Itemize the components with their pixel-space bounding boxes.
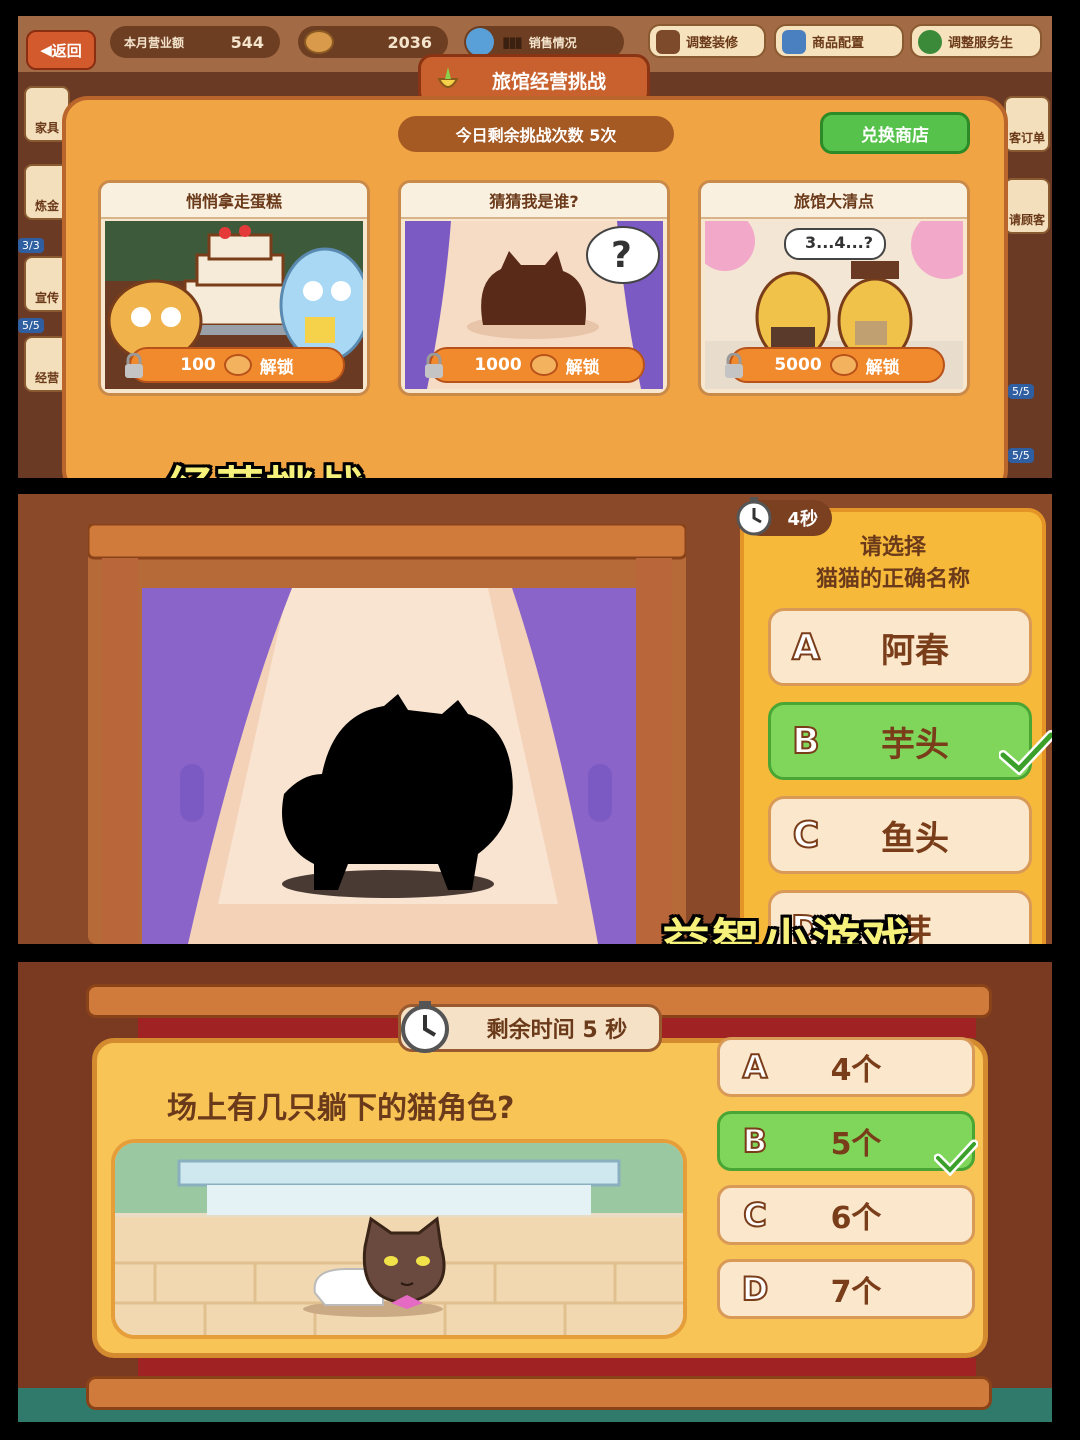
staff-label: 调整服务生 xyxy=(948,35,1014,51)
staff-button[interactable]: 调整服务生 xyxy=(910,24,1042,58)
fish-cake-coin-icon xyxy=(529,354,558,376)
caption-puzzle-game: 益智小游戏 xyxy=(662,914,913,944)
option-a[interactable]: A 阿春 xyxy=(768,608,1032,686)
challenge-card-cake[interactable]: 悄悄拿走蛋糕 100 解锁 xyxy=(98,180,370,396)
counting-bubble: 3...4...? xyxy=(805,233,874,252)
challenge-card-count[interactable]: 旅馆大清点 3...4...? 5000 解锁 xyxy=(698,180,970,396)
side-count-badge: 5/5 xyxy=(18,318,44,333)
stopwatch-icon xyxy=(736,497,772,536)
side-count-badge: 5/5 xyxy=(1008,384,1034,399)
card-title: 猜猜我是谁? xyxy=(401,183,667,219)
challenge-dialog: 今日剩余挑战次数 5次 兑换商店 悄悄拿走蛋糕 100 解锁 猜猜我是谁? ? … xyxy=(62,96,1008,478)
option-d[interactable]: D 7个 xyxy=(717,1259,975,1319)
lock-icon xyxy=(725,353,743,378)
product-config-button[interactable]: 商品配置 xyxy=(774,24,904,58)
countdown-timer: 4秒 xyxy=(736,497,832,536)
sales-bars-icon: ▮▮▮ xyxy=(502,33,523,51)
checkmark-icon xyxy=(934,1139,978,1176)
fish-cake-coin-icon xyxy=(223,354,252,376)
product-config-label: 商品配置 xyxy=(812,35,865,51)
unlock-button[interactable]: 5000 解锁 xyxy=(725,347,945,383)
question-panel: 请选择 猫猫的正确名称 A 阿春 B 芋头 C 鱼头 D 芽 xyxy=(740,508,1052,944)
paint-bucket-icon xyxy=(656,30,680,54)
challenge-screen: ◀ 返回 本月营业额 544 2036 ▮▮▮ 销售情况 调整装修 商品配置 调… xyxy=(18,16,1052,478)
red-curtain-bottom xyxy=(138,1358,976,1378)
exchange-shop-button[interactable]: 兑换商店 xyxy=(820,112,970,154)
side-tab-invite[interactable]: 请顾客 xyxy=(1004,178,1050,234)
option-c[interactable]: C 鱼头 xyxy=(768,796,1032,874)
back-label: 返回 xyxy=(51,41,82,60)
back-arrow-icon: ◀ xyxy=(40,41,52,59)
option-b[interactable]: B 芋头 xyxy=(768,702,1052,780)
card-title: 旅馆大清点 xyxy=(701,183,967,219)
remaining-time: 剩余时间 5 秒 xyxy=(398,1001,662,1053)
stage-frame xyxy=(88,524,686,944)
back-button[interactable]: ◀ 返回 xyxy=(26,30,96,70)
monthly-revenue-label: 本月营业额 xyxy=(124,35,185,50)
option-b[interactable]: B 5个 xyxy=(717,1111,978,1176)
fish-cake-coin-icon xyxy=(304,30,334,54)
decoration-label: 调整装修 xyxy=(686,35,739,51)
stopwatch-icon xyxy=(401,1001,449,1053)
count-cats-screen: 场上有几只躺下的猫角色? A 4个 B 5个 C 6个 D 7个 剩余时间 5 … xyxy=(18,962,1052,1422)
monthly-revenue-value: 544 xyxy=(230,32,264,52)
guess-cat-screen: 请选择 猫猫的正确名称 A 阿春 B 芋头 C 鱼头 D 芽 4秒 益智小游戏 xyxy=(18,494,1052,944)
silhouette-stage xyxy=(88,524,686,944)
question-text: 场上有几只躺下的猫角色? xyxy=(167,1091,515,1126)
refresh-staff-icon xyxy=(918,30,942,54)
caption-business-challenge: 经营挑战 xyxy=(166,450,366,478)
coin-value: 2036 xyxy=(387,32,432,52)
checkmark-icon xyxy=(999,730,1052,775)
side-count-badge: 5/5 xyxy=(1008,448,1034,463)
side-count-badge: 3/3 xyxy=(18,238,44,253)
unlock-button[interactable]: 1000 解锁 xyxy=(425,347,645,383)
shelf-icon xyxy=(782,30,806,54)
sales-label: 销售情况 xyxy=(528,35,577,50)
trophy-icon xyxy=(437,67,459,88)
option-a[interactable]: A 4个 xyxy=(717,1037,975,1097)
card-title: 悄悄拿走蛋糕 xyxy=(101,183,367,219)
lock-icon xyxy=(125,353,143,378)
fish-cake-coin-icon xyxy=(829,354,858,376)
decoration-button[interactable]: 调整装修 xyxy=(648,24,766,58)
option-c[interactable]: C 6个 xyxy=(717,1185,975,1245)
sad-face-icon xyxy=(466,28,494,56)
lying-cat-scene xyxy=(111,1139,687,1339)
scene-illustration xyxy=(115,1143,683,1335)
unlock-button[interactable]: 100 解锁 xyxy=(125,347,345,383)
question-text: 请选择 猫猫的正确名称 xyxy=(815,535,970,592)
lock-icon xyxy=(425,353,443,378)
remaining-attempts: 今日剩余挑战次数 5次 xyxy=(398,116,674,152)
monthly-revenue: 本月营业额 544 xyxy=(110,26,280,58)
side-tab-orders[interactable]: 客订单 xyxy=(1004,96,1050,152)
challenge-card-guess[interactable]: 猜猜我是谁? ? 1000 解锁 xyxy=(398,180,670,396)
question-mark-bubble: ? xyxy=(611,235,632,276)
quiz-board: 场上有几只躺下的猫角色? A 4个 B 5个 C 6个 D 7个 xyxy=(92,1037,988,1358)
coin-counter: 2036 xyxy=(298,26,448,58)
bottom-beam xyxy=(86,1376,992,1410)
